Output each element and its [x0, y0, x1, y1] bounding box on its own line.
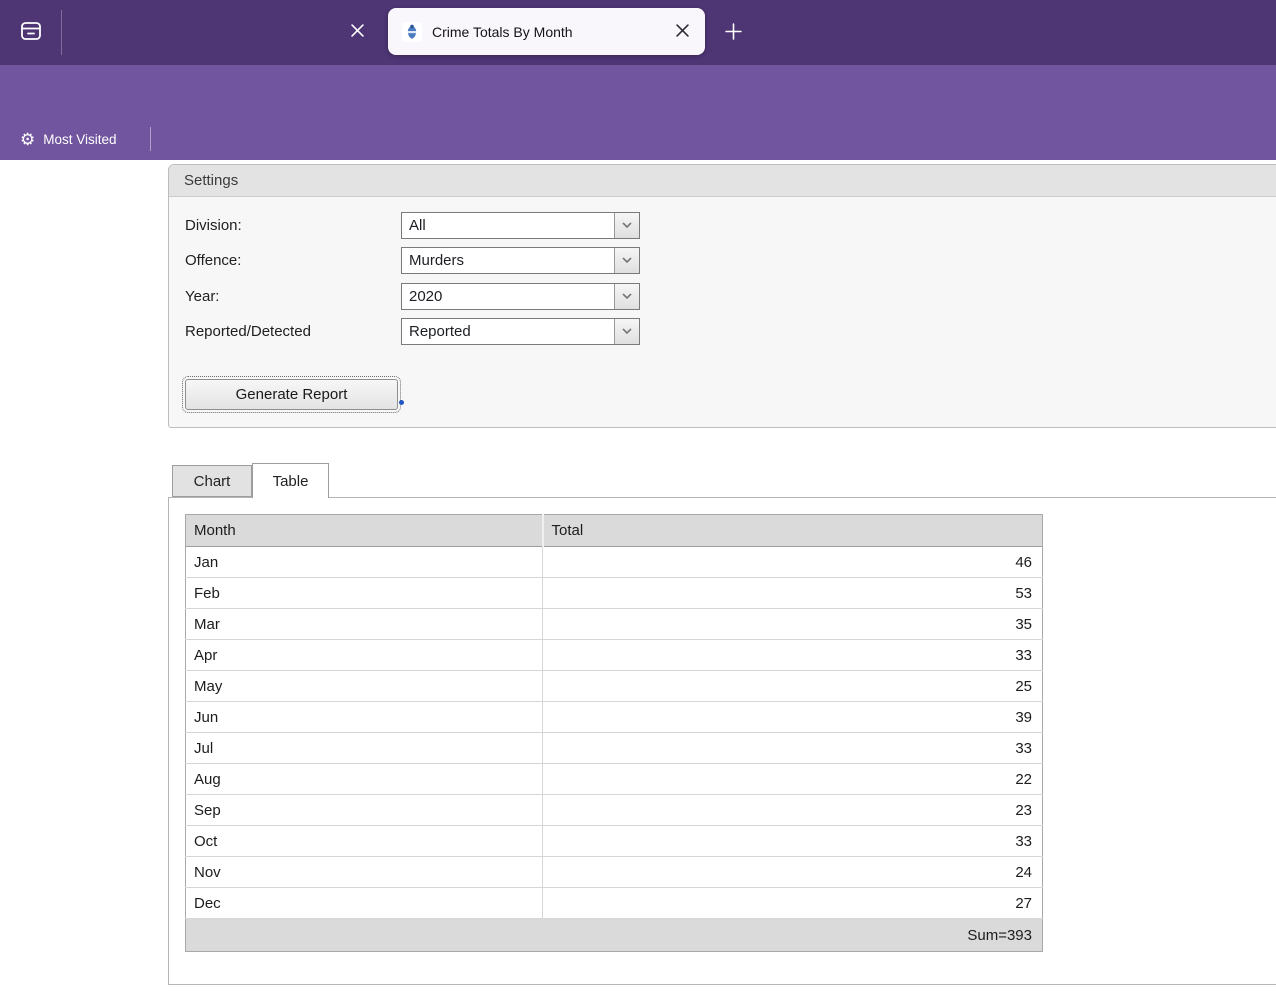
- table-row: Oct 33: [185, 825, 1043, 857]
- most-visited-label: Most Visited: [43, 131, 117, 147]
- settings-panel: Settings Division: All Offence: Murders: [168, 164, 1276, 428]
- month-cell: Jun: [185, 701, 543, 733]
- table-row: Jun 39: [185, 701, 1043, 733]
- total-cell: 27: [542, 887, 1043, 919]
- tab-chart[interactable]: Chart: [172, 465, 252, 497]
- reported-detected-value: Reported: [409, 322, 471, 340]
- month-cell: Oct: [185, 825, 543, 857]
- sum-cell: Sum=393: [185, 918, 1043, 952]
- tab-title: Crime Totals By Month: [432, 23, 573, 40]
- table-row: Mar 35: [185, 608, 1043, 640]
- gear-icon: ⚙: [20, 129, 36, 149]
- settings-panel-title: Settings: [169, 165, 1276, 197]
- active-browser-tab[interactable]: Crime Totals By Month: [388, 8, 705, 55]
- year-select[interactable]: 2020: [401, 282, 640, 310]
- division-label: Division:: [185, 216, 242, 234]
- month-cell: May: [185, 670, 543, 702]
- offence-label: Offence:: [185, 251, 242, 269]
- offence-row: Offence: Murders: [185, 246, 640, 274]
- cursor-dot: [399, 400, 404, 405]
- division-value: All: [409, 216, 426, 234]
- generate-report-button[interactable]: Generate Report: [182, 376, 401, 413]
- total-cell: 23: [542, 794, 1043, 826]
- month-cell: Mar: [185, 608, 543, 640]
- chevron-down-icon: [614, 318, 639, 344]
- month-cell: Nov: [185, 856, 543, 888]
- chevron-down-icon: [614, 283, 639, 309]
- reported-detected-row: Reported/Detected Reported: [185, 317, 640, 345]
- table-row: Dec 27: [185, 887, 1043, 919]
- browser-tabbar: Crime Totals By Month: [0, 0, 1276, 65]
- table-row: Nov 24: [185, 856, 1043, 888]
- offence-select[interactable]: Murders: [401, 246, 640, 274]
- total-cell: 33: [542, 825, 1043, 857]
- month-cell: Dec: [185, 887, 543, 919]
- browser-window: Crime Totals By Month ← →: [0, 0, 1276, 1000]
- bookmarks-separator: [150, 127, 151, 151]
- table-row: Sep 23: [185, 794, 1043, 826]
- bookmarks-bar: ⚙ Most Visited: [0, 118, 1276, 160]
- new-tab-button[interactable]: [719, 19, 747, 47]
- tab-table[interactable]: Table: [252, 463, 329, 498]
- year-value: 2020: [409, 287, 443, 305]
- division-row: Division: All: [185, 211, 640, 239]
- offence-value: Murders: [409, 251, 465, 269]
- reported-detected-label: Reported/Detected: [185, 322, 311, 340]
- total-cell: 39: [542, 701, 1043, 733]
- total-cell: 24: [542, 856, 1043, 888]
- table-row: May 25: [185, 670, 1043, 702]
- background-tab-close-button[interactable]: [345, 20, 369, 44]
- firefox-view-icon: [20, 20, 42, 45]
- total-cell: 46: [542, 546, 1043, 578]
- ttps-favicon-icon: [402, 21, 422, 42]
- month-cell: Aug: [185, 763, 543, 795]
- close-icon: [350, 24, 364, 40]
- table-header-row: Month Total: [185, 514, 1043, 547]
- table-row: Jul 33: [185, 732, 1043, 764]
- table-footer-row: Sum=393: [185, 918, 1043, 952]
- year-row: Year: 2020: [185, 282, 640, 310]
- chevron-down-icon: [614, 212, 639, 238]
- browser-toolbar: ← →: [0, 65, 1276, 178]
- month-cell: Jul: [185, 732, 543, 764]
- month-cell: Jan: [185, 546, 543, 578]
- month-cell: Feb: [185, 577, 543, 609]
- table-row: Jan 46: [185, 546, 1043, 578]
- table-row: Aug 22: [185, 763, 1043, 795]
- tab-separator: [61, 10, 62, 55]
- total-column-header: Total: [541, 514, 1043, 547]
- month-cell: Apr: [185, 639, 543, 671]
- close-icon: [675, 23, 689, 40]
- total-cell: 22: [542, 763, 1043, 795]
- table-row: Apr 33: [185, 639, 1043, 671]
- total-cell: 35: [542, 608, 1043, 640]
- month-column-header: Month: [185, 514, 543, 547]
- total-cell: 33: [542, 732, 1043, 764]
- total-cell: 53: [542, 577, 1043, 609]
- plus-icon: [724, 23, 742, 43]
- total-cell: 25: [542, 670, 1043, 702]
- division-select[interactable]: All: [401, 211, 640, 239]
- chevron-down-icon: [614, 247, 639, 273]
- total-cell: 33: [542, 639, 1043, 671]
- firefox-view-button[interactable]: [12, 13, 50, 51]
- active-tab-close-button[interactable]: [671, 21, 693, 43]
- table-row: Feb 53: [185, 577, 1043, 609]
- reported-detected-select[interactable]: Reported: [401, 317, 640, 345]
- month-cell: Sep: [185, 794, 543, 826]
- crime-totals-table: Month Total Jan 46 Feb 53 Mar 35 Apr 33 May 2…: [185, 514, 1043, 952]
- most-visited-button[interactable]: ⚙ Most Visited: [12, 125, 125, 153]
- table-tab-panel: Month Total Jan 46 Feb 53 Mar 35 Apr 33 May 2…: [168, 497, 1276, 985]
- page-content: Settings Division: All Offence: Murders: [0, 160, 1276, 1000]
- year-label: Year:: [185, 287, 220, 305]
